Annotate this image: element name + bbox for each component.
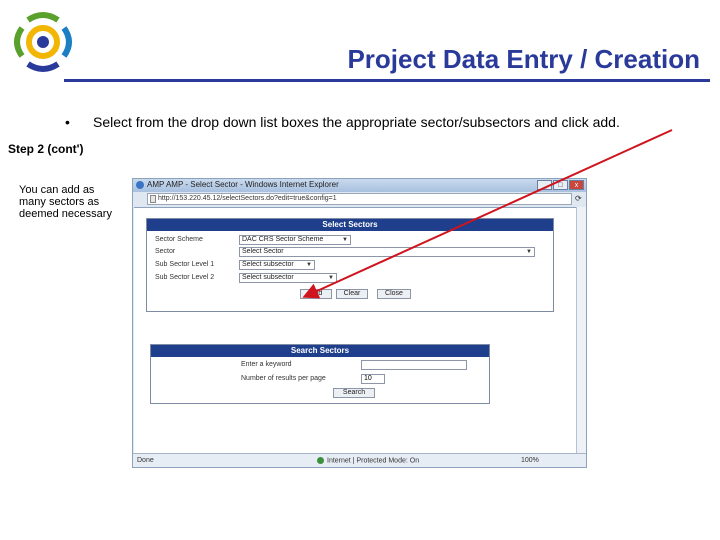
annotation-arrow: [302, 129, 673, 299]
